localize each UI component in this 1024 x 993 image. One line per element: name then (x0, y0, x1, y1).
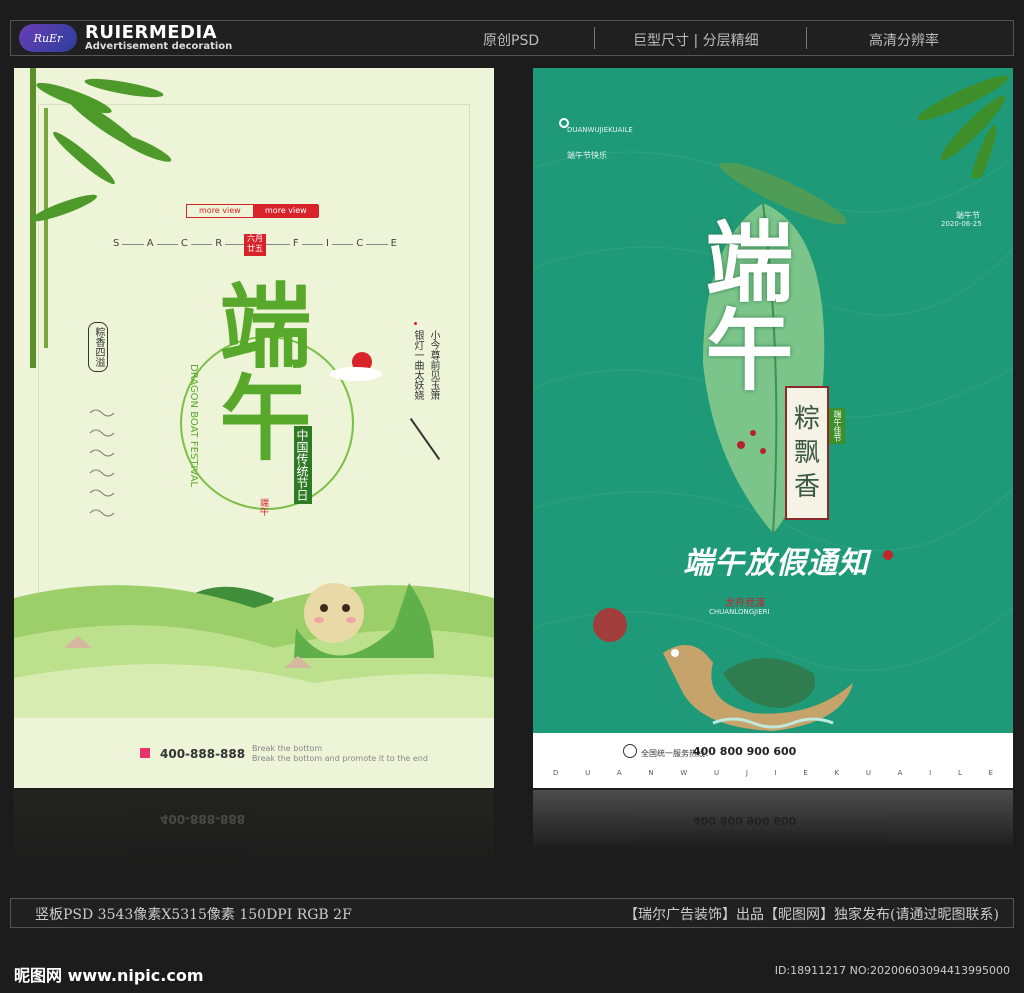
dragon-boat-illustration (663, 645, 853, 731)
more-view-group: more view more view (186, 204, 319, 218)
vertical-cn-text: 中国传统节日 (294, 426, 312, 504)
letter: R (212, 238, 226, 249)
poster-left-reflection: 400-888-888 (14, 790, 494, 870)
vertical-en-text: DRAGON BOAT FESTIVAL (188, 364, 199, 488)
letter: J (745, 769, 748, 777)
side-small-text (945, 546, 953, 548)
more-view-link[interactable]: more view (199, 206, 241, 215)
header-link-resolution: 高清分辨率 (869, 33, 939, 49)
letter: I (774, 769, 777, 777)
brand-logo[interactable]: RuEr (19, 24, 77, 52)
letter: E (988, 769, 993, 777)
letter: I (322, 238, 332, 249)
reflected-phone: 400-888-888 (160, 812, 246, 826)
brand-name: RUIERMEDIA (85, 22, 218, 43)
letter: U (865, 769, 871, 777)
letter: W (680, 769, 688, 777)
red-sun (593, 608, 627, 642)
poem-dot (414, 322, 417, 325)
letter: C (353, 238, 367, 249)
red-badge: 端午佳节 (829, 408, 845, 444)
poem-line: 银灯一曲太妖娆 (412, 330, 423, 400)
letter: A (616, 769, 622, 777)
letter: F (289, 238, 302, 249)
top-cn-text: 端午节快乐 (567, 151, 607, 160)
duanwu-letters: D U A N W U J I E K U A I L E (553, 769, 993, 777)
site-watermark[interactable]: 昵图网 www.nipic.com (14, 962, 204, 986)
poem-line: 小今尊前见玉箫 (428, 330, 439, 400)
green-hills-illustration (14, 583, 494, 718)
more-view-link[interactable]: more view (265, 206, 307, 215)
footer-note: Break the bottom and promote it to the e… (252, 754, 428, 763)
notice-dot (883, 550, 893, 560)
top-en-text: DUANWUJIEKUAILE (567, 126, 633, 134)
zong-char: 香 (793, 472, 820, 502)
hotline-number: 400 800 900 600 (693, 745, 797, 758)
brand-subtitle: Advertisement decoration (85, 41, 233, 52)
seal-text: 六月 (247, 234, 263, 243)
sun-cloud-icon (330, 352, 382, 381)
poster-left: more view more view S A C R F I C E 六月 廿… (14, 68, 494, 788)
date-seal: 六月 廿五 (244, 234, 266, 256)
notice-title: 端午放假通知 (683, 546, 869, 581)
info-bar: 竖板PSD 3543像素X5315像素 150DPI RGB 2F 【瑞尔广告装… (10, 898, 1014, 928)
header-bar: RuEr RUIERMEDIA Advertisement decoration… (10, 20, 1014, 56)
zong-char: 飘 (793, 438, 820, 468)
header-link-psd: 原创PSD (483, 33, 540, 49)
image-id: ID:18911217 NO:20200603094413995000 (774, 964, 1010, 977)
poster-footer (533, 733, 1013, 788)
letter: N (648, 769, 654, 777)
bamboo-leaf-icon (917, 75, 1009, 178)
publisher-note: 【瑞尔广告装饰】出品【昵图网】独家发布(请通过昵图联系) (624, 907, 999, 923)
poster-right-reflection: 400 800 900 600 (533, 790, 1013, 850)
header-divider (806, 27, 807, 49)
phone-number: 400-888-888 (160, 747, 246, 761)
phone-icon (623, 744, 637, 758)
zong-piao-xiang-box: 粽 飘 香 (785, 386, 829, 520)
letter: I (929, 769, 932, 777)
poster-right: DUANWUJIEKUAILE 端午节快乐 端午节 2020-06-25 端午 … (533, 68, 1013, 788)
seal-text: 廿五 (247, 244, 263, 253)
letter: S (110, 238, 123, 249)
header-link-size: 巨型尺寸 | 分层精细 (633, 33, 759, 49)
big-title: 端午 (204, 278, 312, 462)
big-title: 端午 (691, 216, 795, 392)
boat-cn: 龙舟竞渡 (725, 598, 765, 609)
poster-footer (14, 718, 494, 788)
footer-note: Break the bottom (252, 744, 323, 753)
letter: A (897, 769, 903, 777)
reflected-hotline: 400 800 900 600 (693, 814, 797, 827)
letter: U (714, 769, 720, 777)
side-badge: 粽香四溢 (88, 322, 108, 372)
header-divider (594, 27, 595, 49)
zong-char: 粽 (793, 404, 820, 434)
letter: A (143, 238, 157, 249)
file-specs: 竖板PSD 3543像素X5315像素 150DPI RGB 2F (35, 907, 352, 923)
date-text: 2020-06-25 (941, 220, 982, 228)
phone-marker (140, 748, 150, 758)
letter: C (177, 238, 191, 249)
letter: D (553, 769, 559, 777)
letter: L (957, 769, 962, 777)
letter: E (803, 769, 808, 777)
letter: U (585, 769, 591, 777)
letter: K (834, 769, 840, 777)
letter: E (387, 238, 400, 249)
